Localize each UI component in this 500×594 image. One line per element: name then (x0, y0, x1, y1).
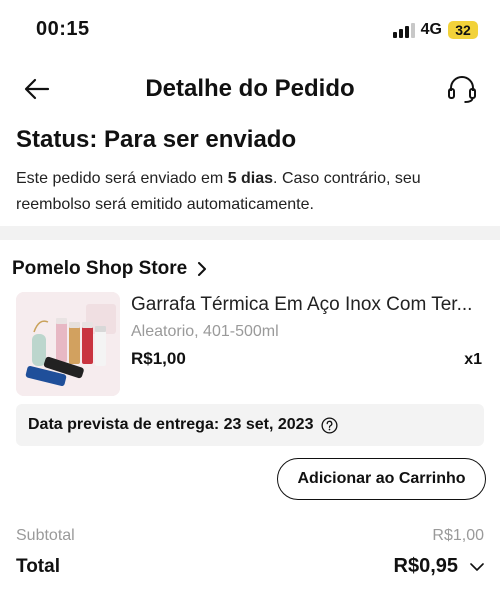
total-expand[interactable]: R$0,95 (394, 555, 485, 578)
total-label: Total (16, 555, 60, 577)
status-icons: 4G 32 (392, 21, 478, 39)
delivery-estimate-text: Data prevista de entrega: 23 set, 2023 (28, 416, 314, 433)
subtotal-value: R$1,00 (432, 527, 484, 544)
help-circle-icon[interactable] (321, 416, 339, 434)
total-row[interactable]: Total R$0,95 (16, 555, 484, 578)
chevron-right-icon (198, 262, 207, 276)
product-variant: Aleatorio, 401-500ml (131, 323, 279, 340)
order-status-section: Status: Para ser enviado Este pedido ser… (16, 126, 484, 218)
headset-support-icon[interactable] (446, 73, 478, 105)
subtotal-label: Subtotal (16, 527, 75, 544)
product-quantity: x1 (464, 351, 482, 368)
section-divider (0, 226, 500, 240)
battery-icon: 32 (448, 21, 478, 39)
delivery-estimate: Data prevista de entrega: 23 set, 2023 (16, 404, 484, 446)
product-name: Garrafa Térmica Em Aço Inox Com Ter... (131, 294, 473, 315)
store-link[interactable]: Pomelo Shop Store (12, 258, 207, 280)
thermal-bottles-image (16, 292, 120, 396)
signal-icon (392, 22, 415, 38)
product-item[interactable]: Garrafa Térmica Em Aço Inox Com Ter... A… (16, 292, 486, 396)
total-value: R$0,95 (393, 555, 459, 577)
order-status-title: Status: Para ser enviado (16, 126, 297, 153)
clock: 00:15 (36, 18, 90, 40)
order-status-description: Este pedido será enviado em 5 dias. Caso… (16, 166, 484, 218)
add-to-cart-button[interactable]: Adicionar ao Carrinho (277, 458, 486, 500)
status-desc-prefix: Este pedido será enviado em (16, 170, 228, 187)
status-bar: 00:15 4G 32 (0, 0, 500, 62)
page-title: Detalhe do Pedido (145, 75, 355, 102)
store-name: Pomelo Shop Store (12, 258, 188, 279)
top-app-bar: Detalhe do Pedido (0, 62, 500, 116)
network-type: 4G (420, 21, 442, 38)
product-price: R$1,00 (131, 349, 186, 368)
subtotal-row: Subtotal R$1,00 (16, 527, 484, 545)
chevron-down-icon (470, 562, 484, 571)
product-thumbnail (16, 292, 120, 396)
status-desc-days: 5 dias (227, 170, 274, 187)
